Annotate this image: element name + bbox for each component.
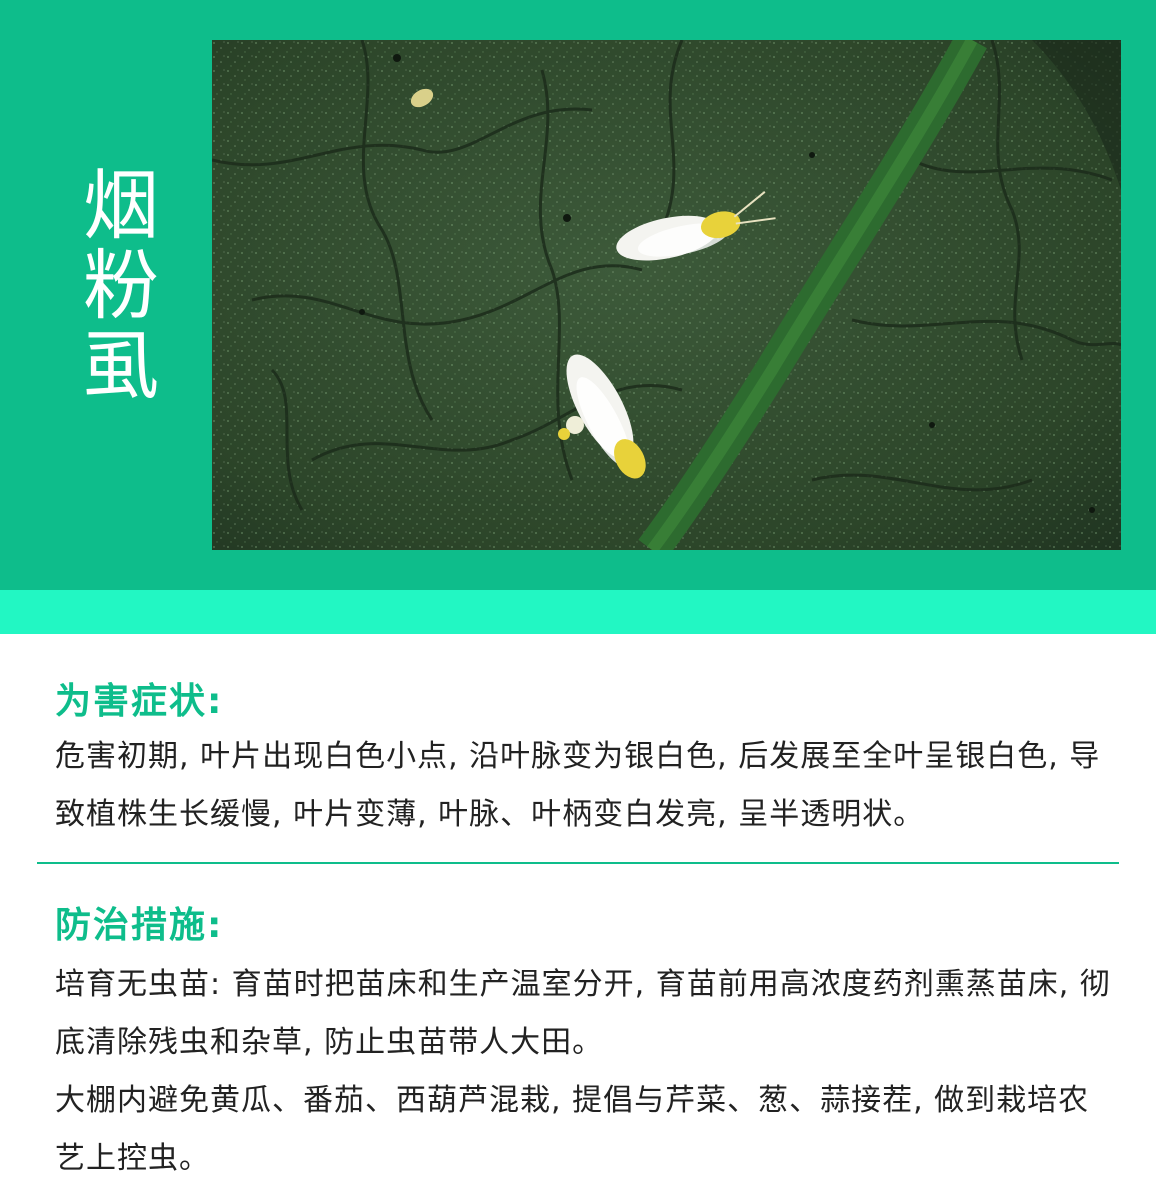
whitefly-photo xyxy=(212,40,1121,550)
control-heading: 防治措施: xyxy=(55,905,224,946)
header-accent-strip xyxy=(0,590,1156,634)
symptoms-text: 危害初期, 叶片出现白色小点, 沿叶脉变为银白色, 后发展至全叶呈银白色, 导致… xyxy=(55,739,1101,832)
symptoms-heading: 为害症状: xyxy=(55,681,224,722)
section-divider xyxy=(37,862,1119,864)
pest-title: 烟粉虱 xyxy=(70,165,159,405)
control-paragraph-2: 大棚内避免黄瓜、番茄、西葫芦混栽, 提倡与芹菜、葱、蒜接茬, 做到栽培农艺上控虫… xyxy=(55,1083,1090,1176)
control-paragraph-1: 培育无虫苗: 育苗时把苗床和生产温室分开, 育苗前用高浓度药剂熏蒸苗床, 彻底清… xyxy=(55,967,1111,1060)
whitefly-on-leaf-icon xyxy=(212,40,1121,550)
